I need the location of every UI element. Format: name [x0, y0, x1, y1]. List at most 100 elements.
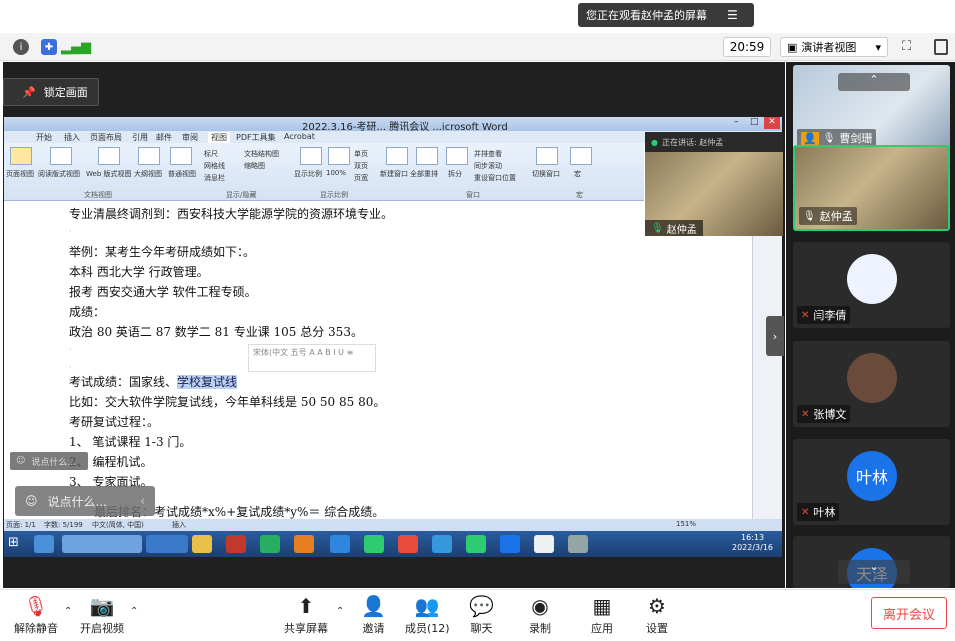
chevron-up-icon[interactable]: ⌃ [336, 606, 344, 617]
reset-window[interactable]: 重设窗口位置 [474, 173, 516, 183]
meeting-icon[interactable] [500, 535, 520, 553]
taskbar-app-icon[interactable] [62, 535, 142, 553]
print-layout-icon[interactable] [10, 147, 32, 165]
taskbar-app-icon[interactable] [146, 535, 188, 553]
tab-insert[interactable]: 插入 [64, 132, 80, 143]
macros-icon[interactable] [570, 147, 592, 165]
doc-line: 政治 80 英语二 87 数学二 81 专业课 105 总分 353。 [69, 325, 363, 339]
arrange-all-icon[interactable] [416, 147, 438, 165]
side-by-side[interactable]: 并排查看 [474, 149, 502, 159]
unmute-label: 解除静音 [14, 622, 58, 635]
info-icon[interactable]: i [13, 39, 29, 55]
new-window-icon[interactable] [386, 147, 408, 165]
taskbar-app-icon[interactable] [398, 535, 418, 553]
taskbar-app-icon[interactable] [364, 535, 384, 553]
tab-mailings[interactable]: 邮件 [156, 132, 172, 143]
wechat-icon[interactable] [466, 535, 486, 553]
menu-icon[interactable]: ☰ [727, 8, 738, 22]
ribbon-label: Web 版式视图 [86, 170, 132, 178]
tab-home[interactable]: 开始 [36, 132, 52, 143]
tab-layout[interactable]: 页面布局 [90, 132, 122, 143]
share-screen-button[interactable]: ⬆ 共享屏幕 [284, 594, 328, 636]
ribbon-label: 显示比例 [294, 170, 322, 178]
split-icon[interactable] [446, 147, 468, 165]
tab-view[interactable]: 视图 [208, 132, 230, 143]
taskbar-app-icon[interactable] [260, 535, 280, 553]
document-scrollbar[interactable] [752, 201, 782, 519]
check-thumbnails[interactable]: 缩略图 [244, 161, 265, 171]
word-title-bar: 2022.3.16-考研... 腾讯会议 ...icrosoft Word – … [4, 117, 782, 133]
members-icon: 👥 [414, 594, 440, 618]
participant-tile[interactable]: ✕ 闫李倩 [793, 242, 950, 328]
gear-icon: ⚙ [648, 594, 666, 618]
members-button[interactable]: 👥 成员(12) [405, 594, 450, 636]
status-zoom: 151% [676, 520, 697, 528]
browser-icon[interactable] [330, 535, 350, 553]
participant-tile[interactable]: ✕ 张博文 [793, 341, 950, 427]
folder-icon[interactable] [192, 535, 212, 553]
view-mode-select[interactable]: ▣ 演讲者视图 ▾ [780, 37, 888, 57]
leave-meeting-button[interactable]: 离开会议 [871, 597, 947, 629]
chevron-down-icon[interactable]: ⌄ [838, 560, 910, 584]
tab-review[interactable]: 审阅 [182, 132, 198, 143]
taskbar-app-icon[interactable] [432, 535, 452, 553]
record-button[interactable]: ◉ 录制 [529, 594, 551, 636]
two-pages[interactable]: 双页 [354, 161, 368, 171]
unmute-button[interactable]: 🎙 解除静音 [14, 594, 58, 636]
taskbar-app-icon[interactable] [294, 535, 314, 553]
check-message[interactable]: 消息栏 [204, 173, 225, 183]
tab-acrobat[interactable]: Acrobat [284, 132, 315, 141]
participant-name: 曹剑珊 [839, 132, 873, 145]
reading-layout-icon[interactable] [50, 147, 72, 165]
word-icon[interactable] [534, 535, 554, 553]
share-screen-label: 共享屏幕 [284, 622, 328, 635]
start-video-button[interactable]: 📷 开启视频 [80, 594, 124, 636]
collapse-chat-icon[interactable]: ‹ [140, 494, 145, 508]
check-grid[interactable]: 网格线 [204, 161, 225, 171]
close-icon[interactable]: ✕ [764, 117, 780, 129]
signal-icon[interactable]: ▂▄▆ [61, 39, 91, 55]
chevron-up-icon[interactable]: ⌃ [130, 606, 138, 617]
check-docmap[interactable]: 文档结构图 [244, 149, 279, 159]
chat-button[interactable]: 💬 聊天 [469, 594, 494, 636]
invite-button[interactable]: 👤 邀请 [361, 594, 386, 636]
emoji-icon[interactable]: ☺ [25, 494, 38, 508]
floating-format-toolbar[interactable]: 宋体(中文 五号 A A B I U ≡ [248, 344, 376, 372]
sidebar-toggle-icon[interactable] [934, 39, 948, 55]
selected-text[interactable]: 学校复试线 [177, 375, 238, 389]
web-layout-icon[interactable] [98, 147, 120, 165]
taskbar-app-icon[interactable] [568, 535, 588, 553]
zoom-icon[interactable] [300, 147, 322, 165]
chat-mini-bar[interactable]: ☺ 说点什么... [10, 452, 88, 470]
switch-window-icon[interactable] [536, 147, 558, 165]
sync-scroll[interactable]: 同步滚动 [474, 161, 502, 171]
participant-tile[interactable]: 叶林 ✕ 叶林 [793, 439, 950, 525]
sharing-banner[interactable]: 您正在观看赵仲孟的屏幕 ☰ [578, 3, 754, 27]
windows-start-icon[interactable]: ⊞ [8, 535, 26, 553]
document-body[interactable]: 专业清晨终调剂到：西安科技大学能源学院的资源环境专业。 · 举例：某考生今年考研… [4, 201, 752, 519]
tab-references[interactable]: 引用 [132, 132, 148, 143]
chat-input-box[interactable]: ☺ 说点什么... ‹ [15, 486, 155, 516]
members-label: 成员(12) [405, 622, 450, 635]
minimize-icon[interactable]: – [734, 117, 739, 129]
fullscreen-icon[interactable]: ⛶ [902, 39, 918, 55]
maximize-icon[interactable]: □ [750, 117, 759, 129]
lock-view-button[interactable]: 📌 锁定画面 [3, 78, 99, 106]
chevron-up-icon[interactable]: ⌃ [838, 73, 910, 91]
group-label: 窗口 [466, 191, 480, 199]
participant-tile[interactable]: 🎙 赵仲孟 [793, 145, 950, 231]
zoom-100-icon[interactable] [328, 147, 350, 165]
page-width[interactable]: 页宽 [354, 173, 368, 183]
draft-icon[interactable] [170, 147, 192, 165]
apps-button[interactable]: ▦ 应用 [591, 594, 613, 636]
shield-icon[interactable]: ✚ [41, 39, 57, 55]
settings-button[interactable]: ⚙ 设置 [646, 594, 668, 636]
one-page[interactable]: 单页 [354, 149, 368, 159]
outline-icon[interactable] [138, 147, 160, 165]
check-ruler[interactable]: 标尺 [204, 149, 218, 159]
expand-panel-button[interactable]: › [766, 316, 784, 356]
taskbar-app-icon[interactable] [34, 535, 54, 553]
chevron-up-icon[interactable]: ⌃ [64, 606, 72, 617]
tab-pdf[interactable]: PDF工具集 [236, 132, 276, 143]
taskbar-app-icon[interactable] [226, 535, 246, 553]
